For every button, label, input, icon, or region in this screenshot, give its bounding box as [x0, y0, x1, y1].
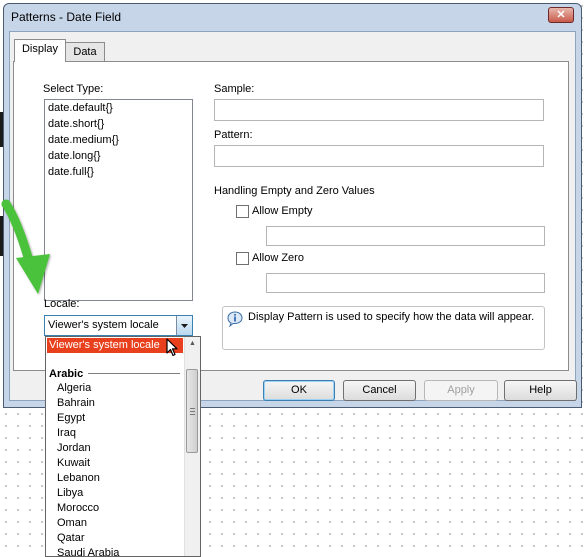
pattern-field[interactable] — [214, 145, 544, 167]
window-title: Patterns - Date Field — [11, 10, 122, 24]
allow-zero-field[interactable] — [266, 273, 545, 293]
list-item[interactable]: date.default{} — [48, 102, 113, 114]
sample-field — [214, 99, 544, 121]
list-item[interactable]: date.long{} — [48, 150, 101, 162]
list-item[interactable]: Qatar — [57, 532, 85, 544]
group-divider — [88, 373, 180, 374]
grip-line — [190, 414, 195, 415]
list-item[interactable]: Saudi Arabia — [57, 547, 119, 556]
apply-label: Apply — [447, 384, 475, 396]
ok-label: OK — [291, 384, 307, 396]
ok-button[interactable]: OK — [263, 380, 335, 401]
list-item[interactable]: Jordan — [57, 442, 91, 454]
info-box: Display Pattern is used to specify how t… — [222, 306, 545, 350]
scroll-thumb[interactable] — [186, 369, 198, 453]
allow-zero-checkbox[interactable] — [236, 252, 249, 265]
select-type-list[interactable]: date.default{} date.short{} date.medium{… — [44, 99, 193, 301]
pattern-label: Pattern: — [214, 129, 253, 141]
allow-zero-label[interactable]: Allow Zero — [252, 252, 304, 264]
allow-empty-checkbox[interactable] — [236, 205, 249, 218]
mouse-cursor-icon — [166, 338, 178, 357]
list-item[interactable]: Lebanon — [57, 472, 100, 484]
handling-heading: Handling Empty and Zero Values — [214, 185, 375, 197]
list-item[interactable]: Algeria — [57, 382, 91, 394]
help-button[interactable]: Help — [504, 380, 577, 401]
list-item[interactable]: Iraq — [57, 427, 76, 439]
list-item[interactable]: Oman — [57, 517, 87, 529]
sample-label: Sample: — [214, 83, 255, 95]
list-item[interactable]: Bahrain — [57, 397, 95, 409]
green-arrow-icon — [1, 199, 50, 294]
apply-button[interactable]: Apply — [424, 380, 498, 401]
list-item[interactable]: date.full{} — [48, 166, 94, 178]
cancel-label: Cancel — [362, 384, 397, 396]
locale-select[interactable]: Viewer's system locale — [44, 315, 193, 336]
locale-dropdown-list[interactable]: Viewer's system locale Arabic Algeria Ba… — [45, 336, 201, 557]
tab-display-label: Display — [21, 43, 59, 55]
locale-dropdown-button[interactable] — [176, 316, 192, 335]
close-button[interactable]: ✕ — [548, 7, 574, 23]
close-icon: ✕ — [556, 9, 566, 21]
display-tab-panel: Select Type: date.default{} date.short{}… — [13, 61, 569, 371]
title-bar[interactable]: Patterns - Date Field ✕ — [4, 4, 581, 30]
select-type-label: Select Type: — [43, 83, 104, 95]
allow-empty-field[interactable] — [266, 226, 545, 246]
locale-selected-value: Viewer's system locale — [48, 319, 159, 331]
tab-display[interactable]: Display — [14, 39, 66, 62]
info-speech-icon — [227, 311, 243, 327]
list-item[interactable]: Egypt — [57, 412, 85, 424]
list-item[interactable]: Libya — [57, 487, 83, 499]
tab-data-label: Data — [73, 46, 97, 58]
list-item[interactable]: Kuwait — [57, 457, 90, 469]
dropdown-selected-item[interactable]: Viewer's system locale — [47, 338, 183, 353]
tab-data[interactable]: Data — [65, 42, 105, 62]
dropdown-scrollbar[interactable]: ▲ — [184, 337, 200, 556]
dropdown-group-arabic: Arabic — [49, 368, 84, 380]
list-item[interactable]: date.short{} — [48, 118, 104, 130]
help-label: Help — [529, 384, 552, 396]
list-item[interactable]: date.medium{} — [48, 134, 119, 146]
cancel-button[interactable]: Cancel — [343, 380, 416, 401]
grip-line — [190, 408, 195, 409]
chevron-down-icon — [181, 324, 188, 328]
list-item[interactable]: Morocco — [57, 502, 99, 514]
grip-line — [190, 411, 195, 412]
scroll-up-arrow[interactable]: ▲ — [185, 340, 200, 347]
info-text: Display Pattern is used to specify how t… — [248, 311, 535, 323]
allow-empty-label[interactable]: Allow Empty — [252, 205, 313, 217]
